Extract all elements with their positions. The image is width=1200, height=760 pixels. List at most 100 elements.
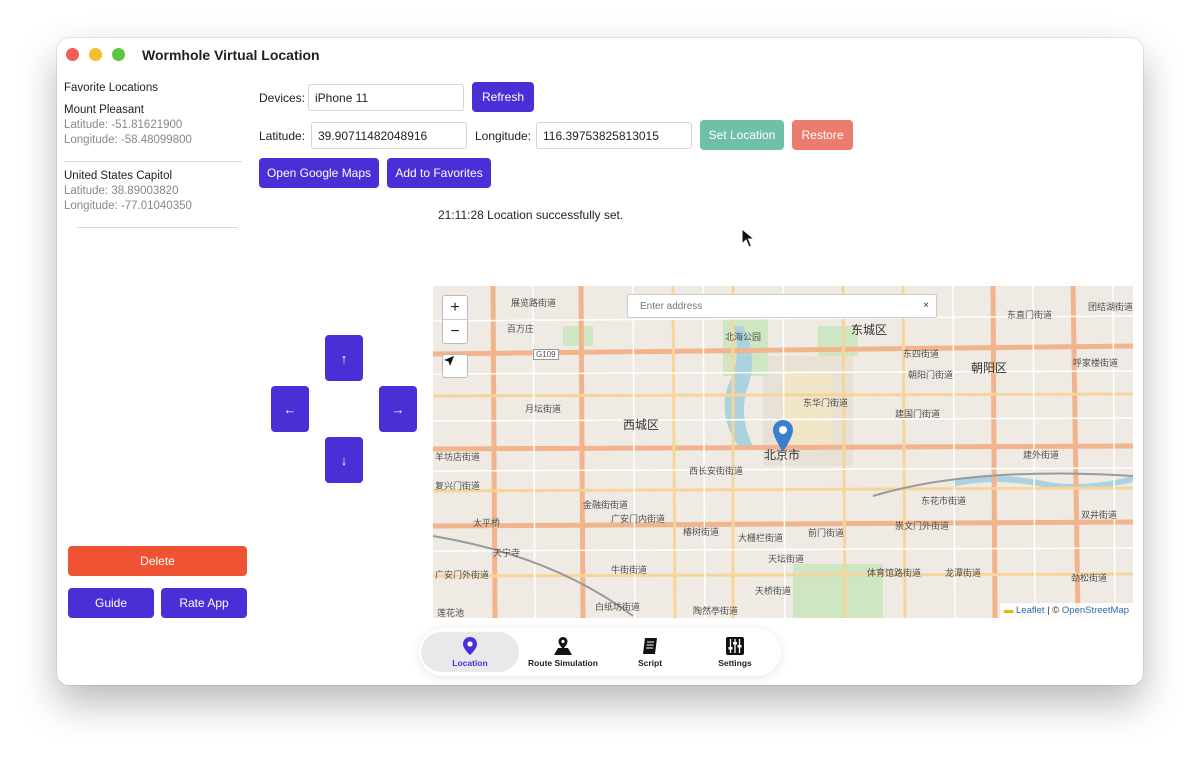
map-label: 广安门内街道: [611, 514, 666, 524]
move-down-button[interactable]: ↓: [325, 437, 363, 483]
map-label: 展览路街道: [511, 298, 557, 308]
map-label: 东花市街道: [921, 496, 967, 506]
map-label: 广安门外街道: [435, 570, 490, 580]
map-label: 双井街道: [1081, 510, 1118, 520]
map-label: 太平桥: [473, 518, 501, 528]
longitude-input[interactable]: [536, 122, 692, 149]
move-right-button[interactable]: →: [379, 386, 417, 432]
map-label: 建国门街道: [895, 409, 941, 419]
latitude-label: Latitude:: [259, 129, 306, 143]
map-label: 东城区: [851, 323, 888, 337]
address-search: ×: [627, 294, 937, 318]
device-select[interactable]: [308, 84, 464, 111]
map-label: 月坛街道: [525, 404, 562, 414]
guide-button[interactable]: Guide: [68, 588, 154, 618]
map-label: 劲松街道: [1071, 573, 1108, 583]
move-left-button[interactable]: ←: [271, 386, 309, 432]
window-title: Wormhole Virtual Location: [142, 47, 320, 63]
locate-button[interactable]: [442, 354, 468, 378]
title-bar: Wormhole Virtual Location: [57, 38, 1143, 72]
favorite-longitude: Longitude: -58.48099800: [64, 134, 192, 146]
favorite-latitude: Latitude: -51.81621900: [64, 119, 183, 131]
map-label: 东华门街道: [803, 398, 849, 408]
map-label: 朝阳门街道: [908, 370, 954, 380]
map-label: 金融街街道: [583, 500, 629, 510]
map-label: 体育馆路街道: [867, 568, 922, 578]
tab-settings[interactable]: Settings: [691, 632, 779, 672]
app-window: Wormhole Virtual Location Favorite Locat…: [57, 38, 1143, 685]
delete-button[interactable]: Delete: [68, 546, 247, 576]
close-window-button[interactable]: [66, 48, 79, 61]
zoom-in-button[interactable]: +: [443, 296, 467, 319]
map-label: 朝阳区: [971, 361, 1008, 375]
map-label: 百万庄: [507, 324, 535, 334]
favorite-name: Mount Pleasant: [64, 104, 144, 116]
longitude-label: Longitude:: [475, 129, 532, 143]
map-label: 羊坊店街道: [435, 452, 481, 462]
map-label: 西城区: [623, 418, 660, 432]
map-label: 白纸坊街道: [595, 602, 641, 612]
address-search-input[interactable]: [628, 295, 910, 317]
favorite-divider: [77, 227, 238, 228]
latitude-input[interactable]: [311, 122, 467, 149]
locate-arrow-icon: [444, 356, 454, 366]
open-google-maps-button[interactable]: Open Google Maps: [259, 158, 379, 188]
map-label: 北海公园: [725, 332, 762, 342]
bottom-tab-bar: Location Route Simulation Script Setting…: [419, 628, 781, 676]
status-message: 21:11:28 Location successfully set.: [438, 208, 624, 222]
favorite-item[interactable]: United States Capitol Latitude: 38.89003…: [64, 169, 242, 220]
leaflet-link[interactable]: Leaflet: [1016, 605, 1045, 616]
map-label: 天宁寺: [493, 548, 521, 558]
devices-label: Devices:: [259, 91, 306, 105]
map-label: 天坛街道: [768, 554, 805, 564]
map-label: 崇文门外街道: [895, 521, 950, 531]
map-label: 龙潭街道: [945, 568, 982, 578]
favorite-item[interactable]: Mount Pleasant Latitude: -51.81621900 Lo…: [64, 103, 242, 154]
minimize-window-button[interactable]: [89, 48, 102, 61]
favorites-sidebar: Favorite Locations Mount Pleasant Latitu…: [64, 82, 242, 228]
mouse-cursor-icon: [741, 228, 755, 248]
map-label: 团结湖街道: [1088, 302, 1133, 312]
tab-label: Route Simulation: [528, 657, 598, 668]
clear-search-icon[interactable]: ×: [923, 300, 929, 311]
script-scroll-icon: [643, 637, 657, 654]
tab-script[interactable]: Script: [607, 632, 693, 672]
map-label: 大栅栏街道: [738, 533, 784, 543]
tab-label: Script: [637, 657, 663, 668]
map-label: 建外街道: [1023, 450, 1060, 460]
restore-button[interactable]: Restore: [792, 120, 853, 150]
move-up-button[interactable]: ↑: [325, 335, 363, 381]
map-label: 天桥街道: [755, 586, 792, 596]
flag-icon: ▬: [1003, 605, 1014, 616]
map-view[interactable]: 展览路街道 北海公园 东城区 朝阳区 西城区 北京市 东直门街道 团结湖街道 呼…: [433, 286, 1133, 618]
maximize-window-button[interactable]: [112, 48, 125, 61]
map-label: 椿树街道: [683, 527, 720, 537]
refresh-button[interactable]: Refresh: [472, 82, 534, 112]
tab-route-simulation[interactable]: Route Simulation: [515, 632, 611, 672]
zoom-out-button[interactable]: −: [443, 319, 467, 343]
map-label: 呼家楼街道: [1073, 358, 1119, 368]
openstreetmap-link[interactable]: OpenStreetMap: [1062, 605, 1129, 616]
highway-shield: G109: [533, 349, 559, 360]
map-label: 前门街道: [808, 528, 845, 538]
rate-app-button[interactable]: Rate App: [161, 588, 247, 618]
map-label: 复兴门街道: [435, 481, 481, 491]
route-map-icon: [554, 636, 572, 655]
location-pin-icon: [463, 636, 477, 655]
map-attribution: ▬ Leaflet | © OpenStreetMap: [999, 603, 1133, 618]
map-label: 东直门街道: [1007, 310, 1053, 320]
zoom-control: + −: [442, 295, 468, 344]
set-location-button[interactable]: Set Location: [700, 120, 784, 150]
tab-location[interactable]: Location: [421, 632, 519, 672]
add-to-favorites-button[interactable]: Add to Favorites: [387, 158, 491, 188]
map-label: 莲花池: [437, 608, 465, 618]
map-label: 陶然亭街道: [693, 606, 739, 616]
map-label: 牛街街道: [611, 565, 648, 575]
settings-sliders-icon: [726, 636, 744, 655]
tab-label: Location: [452, 657, 488, 668]
favorites-header: Favorite Locations: [64, 82, 158, 94]
favorite-name: United States Capitol: [64, 170, 173, 182]
favorite-latitude: Latitude: 38.89003820: [64, 185, 179, 197]
map-label: 西长安街街道: [689, 466, 744, 476]
attribution-separator: | ©: [1044, 605, 1062, 616]
